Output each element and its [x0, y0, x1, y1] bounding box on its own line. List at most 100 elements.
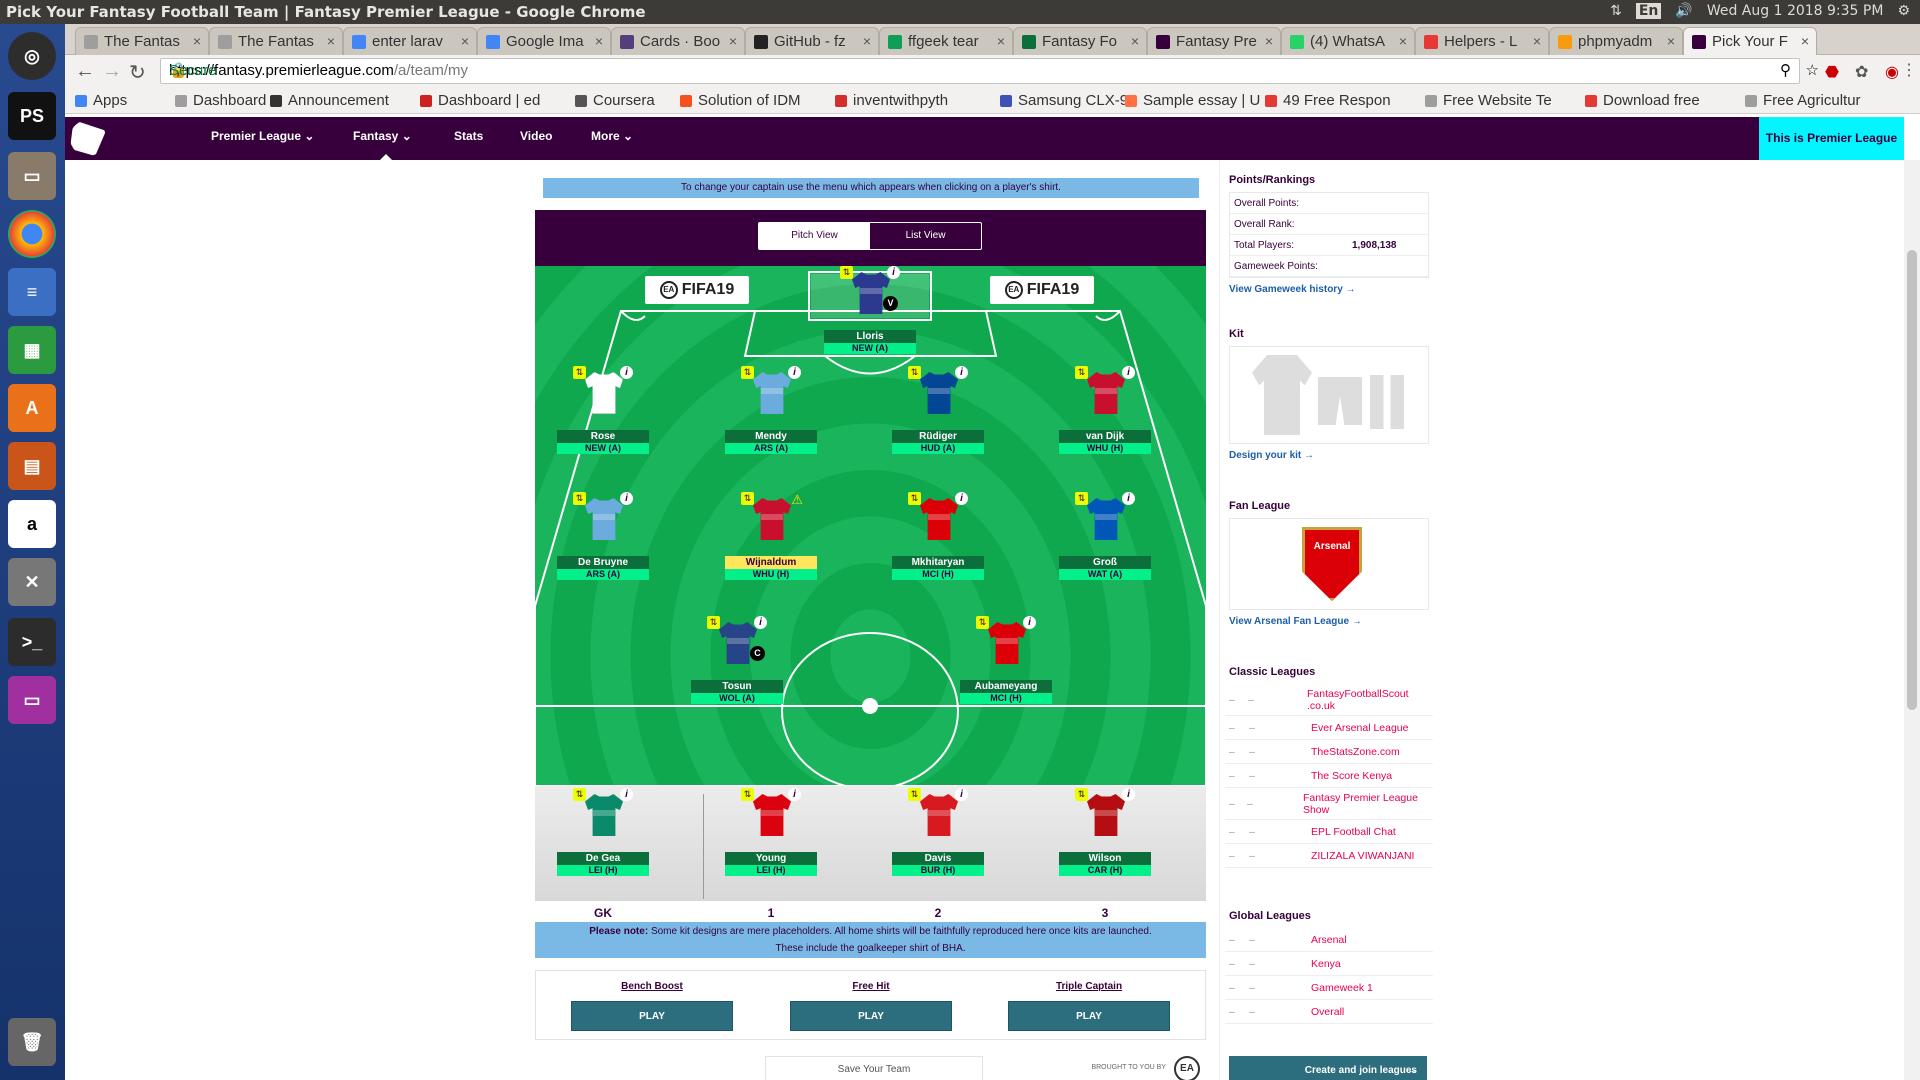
amazon-icon[interactable]: a — [8, 500, 56, 548]
league-name-link[interactable]: TheStatsZone.com — [1311, 746, 1400, 758]
tab-close-icon[interactable]: × — [1399, 33, 1407, 49]
kit-preview[interactable] — [1229, 346, 1429, 444]
bookmark[interactable]: Download free — [1585, 92, 1700, 109]
browser-tab[interactable]: Cards · Boo × — [611, 27, 745, 55]
nav-stats[interactable]: Stats — [454, 129, 483, 143]
substitute-icon[interactable]: ⇅ — [840, 266, 853, 279]
player-info-icon[interactable]: i — [620, 788, 633, 801]
player-info-icon[interactable]: i — [788, 788, 801, 801]
browser-tab[interactable]: Pick Your F × — [1683, 27, 1817, 55]
player-shirt-icon[interactable] — [1087, 498, 1125, 540]
bookmark[interactable]: Sample essay | U — [1125, 92, 1260, 109]
league-name-link[interactable]: Arsenal — [1311, 934, 1347, 946]
zoom-icon[interactable]: ⚲ — [1780, 59, 1791, 83]
browser-tab[interactable]: Google Ima × — [477, 27, 611, 55]
player-card[interactable]: ⇅ i Wilson CAR (H) — [1059, 788, 1151, 884]
player-shirt-icon[interactable] — [920, 498, 958, 540]
player-info-icon[interactable]: i — [887, 266, 900, 279]
keyboard-indicator[interactable]: En — [1635, 3, 1662, 19]
tab-close-icon[interactable]: × — [461, 33, 469, 49]
workspace-icon[interactable]: ▭ — [8, 676, 56, 724]
star-icon[interactable]: ☆ — [1806, 59, 1819, 83]
league-name-link[interactable]: The Score Kenya — [1311, 770, 1392, 782]
bookmark[interactable]: Free Website Te — [1425, 92, 1552, 109]
substitute-icon[interactable]: ⇅ — [573, 366, 586, 379]
substitute-icon[interactable]: ⇅ — [1075, 788, 1088, 801]
reload-button[interactable]: ↻ — [129, 60, 146, 85]
player-shirt-icon[interactable] — [585, 372, 623, 414]
player-shirt-icon[interactable] — [585, 794, 623, 836]
league-name-link[interactable]: Gameweek 1 — [1311, 982, 1373, 994]
player-card[interactable]: ⇅ i van Dijk WHU (H) — [1059, 366, 1151, 462]
save-team-button[interactable]: Save Your Team — [765, 1056, 983, 1080]
bookmark[interactable]: inventwithpyth — [835, 92, 948, 109]
menu-icon[interactable]: ⋮ — [1901, 60, 1917, 80]
bookmark[interactable]: Dashboard | ed — [420, 92, 540, 109]
page-scrollbar[interactable] — [1904, 160, 1920, 1080]
substitute-icon[interactable]: ⇅ — [908, 788, 921, 801]
player-info-icon[interactable]: i — [1023, 616, 1036, 629]
bookmark[interactable]: Samsung CLX-9 — [1000, 92, 1128, 109]
player-shirt-icon[interactable] — [1087, 794, 1125, 836]
tab-close-icon[interactable]: × — [327, 33, 335, 49]
league-row[interactable]: – – ZILIZALA VIWANJANI — [1225, 844, 1433, 868]
league-name-link[interactable]: ZILIZALA VIWANJANI — [1311, 850, 1414, 862]
substitute-icon[interactable]: ⇅ — [1075, 492, 1088, 505]
substitute-icon[interactable]: ⇅ — [741, 366, 754, 379]
software-center-icon[interactable]: A — [8, 384, 56, 432]
player-shirt-icon[interactable] — [920, 794, 958, 836]
player-shirt-icon[interactable] — [753, 372, 791, 414]
browser-tab[interactable]: Helpers - L × — [1415, 27, 1549, 55]
substitute-icon[interactable]: ⇅ — [573, 492, 586, 505]
network-icon[interactable]: ⇅ — [1610, 3, 1622, 19]
trash-icon[interactable]: 🗑 — [8, 1018, 56, 1066]
tab-close-icon[interactable]: × — [1801, 33, 1809, 49]
free-hit-play-button[interactable]: PLAY — [790, 1001, 952, 1031]
browser-tab[interactable]: Fantasy Pre × — [1147, 27, 1281, 55]
substitute-icon[interactable]: ⇅ — [741, 788, 754, 801]
extension-adblock-icon[interactable]: ⬣ — [1825, 62, 1839, 82]
tab-close-icon[interactable]: × — [997, 33, 1005, 49]
volume-icon[interactable]: 🔊 — [1675, 3, 1692, 19]
design-kit-link[interactable]: Design your kit → — [1229, 450, 1429, 461]
triple-captain-play-button[interactable]: PLAY — [1008, 1001, 1170, 1031]
player-info-icon[interactable]: i — [754, 616, 767, 629]
tab-close-icon[interactable]: × — [1533, 33, 1541, 49]
impress-icon[interactable]: ▤ — [8, 442, 56, 490]
player-card[interactable]: ⇅ i V Lloris NEW (A) — [824, 266, 916, 362]
browser-tab[interactable]: enter larav × — [343, 27, 477, 55]
player-shirt-icon[interactable] — [585, 498, 623, 540]
player-info-icon[interactable]: i — [955, 366, 968, 379]
clock[interactable]: Wed Aug 1 2018 9:35 PM — [1707, 3, 1884, 19]
tab-close-icon[interactable]: × — [595, 33, 603, 49]
browser-tab[interactable]: phpmyadm × — [1549, 27, 1683, 55]
player-shirt-icon[interactable] — [988, 622, 1026, 664]
tab-close-icon[interactable]: × — [1667, 33, 1675, 49]
extension-icon[interactable]: ✿ — [1855, 62, 1868, 82]
substitute-icon[interactable]: ⇅ — [976, 616, 989, 629]
league-name-link[interactable]: Overall — [1311, 1006, 1344, 1018]
back-button[interactable]: ← — [75, 60, 95, 83]
arsenal-crest[interactable]: Arsenal — [1229, 518, 1429, 610]
player-shirt-icon[interactable] — [920, 372, 958, 414]
league-name-link[interactable]: Fantasy Premier League Show — [1303, 792, 1433, 816]
nav-more[interactable]: More ⌄ — [591, 129, 633, 143]
browser-tab[interactable]: Fantasy Fo × — [1013, 27, 1147, 55]
calc-icon[interactable]: ▦ — [8, 326, 56, 374]
tab-close-icon[interactable]: × — [1131, 33, 1139, 49]
league-row[interactable]: – – EPL Football Chat — [1225, 820, 1433, 844]
bookmark[interactable]: Solution of IDM — [680, 92, 801, 109]
league-row[interactable]: – – Kenya — [1225, 952, 1433, 976]
pitch-view-tab[interactable]: Pitch View — [759, 223, 870, 249]
bookmark[interactable]: Dashboard — [175, 92, 266, 109]
league-row[interactable]: – – Gameweek 1 — [1225, 976, 1433, 1000]
list-view-tab[interactable]: List View — [870, 223, 981, 249]
player-shirt-icon[interactable] — [753, 794, 791, 836]
substitute-icon[interactable]: ⇅ — [1075, 366, 1088, 379]
player-info-icon[interactable]: i — [788, 366, 801, 379]
gameweek-history-link[interactable]: View Gameweek history → — [1229, 284, 1429, 295]
view-fan-league-link[interactable]: View Arsenal Fan League → — [1229, 616, 1429, 627]
scrollbar-thumb[interactable] — [1907, 250, 1917, 710]
premier-league-lion-icon[interactable] — [70, 120, 106, 156]
bookmark[interactable]: Free Agricultur — [1745, 92, 1861, 109]
